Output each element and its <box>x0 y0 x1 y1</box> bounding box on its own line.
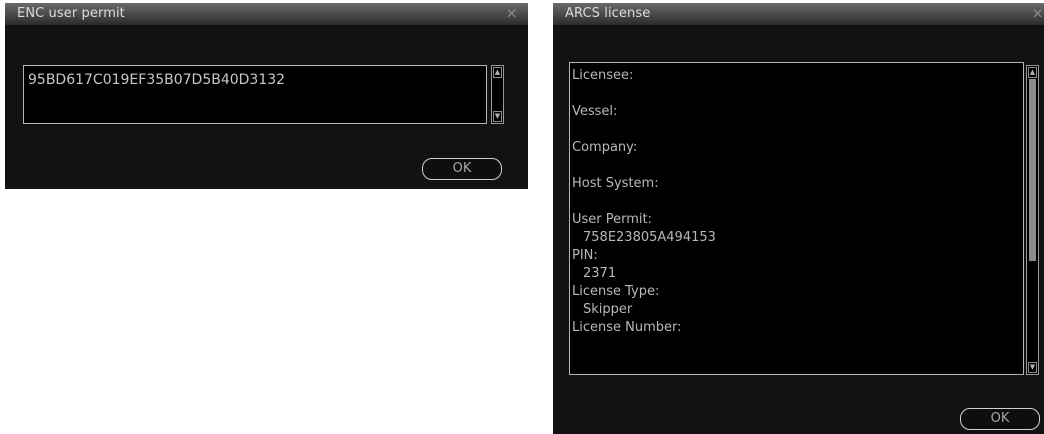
user-permit-label: User Permit: <box>572 212 653 227</box>
close-icon[interactable]: × <box>1031 4 1044 22</box>
pin-value: 2371 <box>583 266 617 281</box>
pin-label: PIN: <box>572 248 598 263</box>
arcs-dialog-titlebar[interactable]: ARCS license × <box>553 3 1044 25</box>
host-system-label: Host System: <box>572 176 659 191</box>
enc-user-permit-dialog: ENC user permit × 95BD617C019EF35B07D5B4… <box>5 3 528 189</box>
vessel-label: Vessel: <box>572 104 618 119</box>
arcs-dialog-title: ARCS license <box>565 6 651 21</box>
arcs-info-scrollbar[interactable]: ▲ ▼ <box>1026 65 1039 375</box>
scrollbar-thumb[interactable] <box>1029 79 1036 261</box>
license-type-label: License Type: <box>572 284 660 299</box>
company-label: Company: <box>572 140 638 155</box>
scroll-down-icon[interactable]: ▼ <box>1028 362 1037 373</box>
licensee-label: Licensee: <box>572 68 634 83</box>
enc-ok-button[interactable]: OK <box>422 158 502 180</box>
scroll-up-icon[interactable]: ▲ <box>1028 67 1037 78</box>
enc-permit-scrollbar[interactable]: ▲ ▼ <box>491 65 504 124</box>
license-type-value: Skipper <box>583 302 633 317</box>
enc-dialog-titlebar[interactable]: ENC user permit × <box>5 3 528 25</box>
arcs-ok-button[interactable]: OK <box>960 408 1040 430</box>
scroll-down-icon[interactable]: ▼ <box>493 111 502 122</box>
scroll-up-icon[interactable]: ▲ <box>493 67 502 78</box>
enc-dialog-title: ENC user permit <box>17 6 125 21</box>
user-permit-value: 758E23805A494153 <box>583 230 716 245</box>
close-icon[interactable]: × <box>505 4 518 22</box>
enc-permit-textbox[interactable]: 95BD617C019EF35B07D5B40D3132 <box>23 65 487 124</box>
enc-permit-value: 95BD617C019EF35B07D5B40D3132 <box>28 72 286 88</box>
arcs-license-info-box: Licensee: Vessel: Company: Host System: … <box>569 62 1024 375</box>
license-number-label: License Number: <box>572 320 682 335</box>
arcs-license-dialog: ARCS license × Licensee: Vessel: Company… <box>553 3 1044 434</box>
